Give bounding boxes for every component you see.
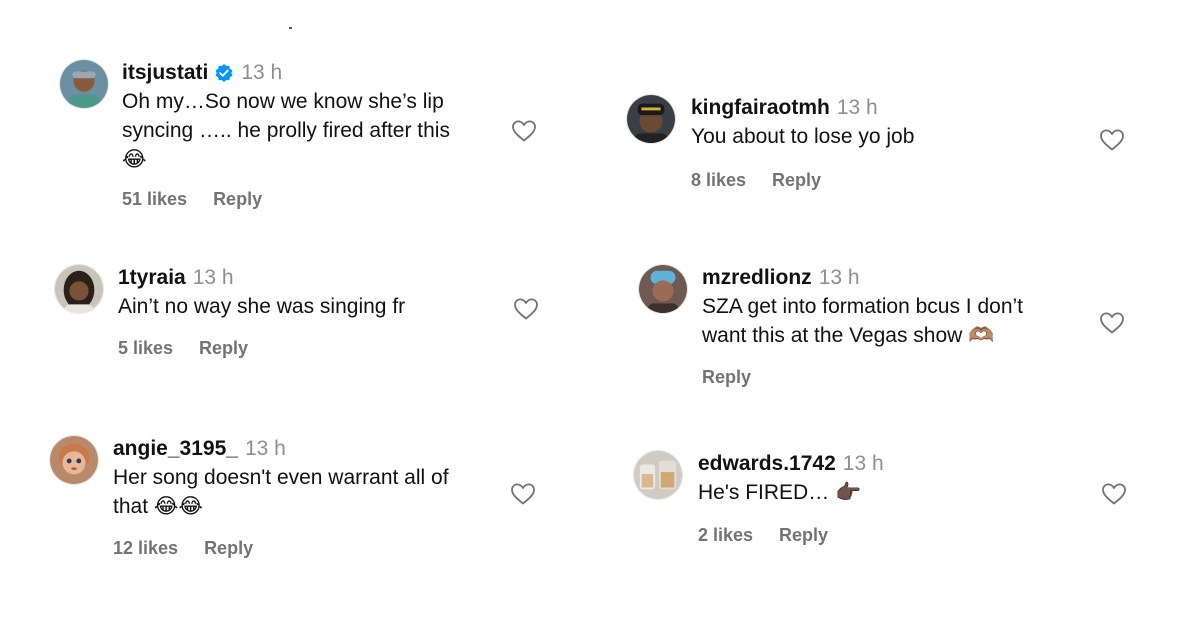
avatar[interactable] — [54, 264, 104, 314]
likes-count[interactable]: 12 likes — [113, 536, 178, 560]
heart-outline-icon[interactable] — [1101, 482, 1127, 506]
username[interactable]: itsjustati — [122, 59, 208, 87]
likes-count[interactable]: 2 likes — [698, 523, 753, 547]
timestamp: 13 h — [836, 96, 878, 119]
heart-outline-icon[interactable] — [1099, 311, 1125, 335]
timestamp: 13 h — [241, 61, 283, 84]
stray-dot — [289, 27, 292, 29]
verified-badge-icon — [214, 63, 234, 83]
likes-count[interactable]: 8 likes — [691, 168, 746, 192]
heart-outline-icon[interactable] — [513, 297, 539, 321]
timestamp: 13 h — [818, 266, 860, 289]
comment-text: Her song doesn't even warrant all of tha… — [113, 466, 449, 518]
heart-outline-icon[interactable] — [1099, 128, 1125, 152]
heart-outline-icon[interactable] — [510, 482, 536, 506]
avatar[interactable] — [626, 94, 676, 144]
reply-button[interactable]: Reply — [779, 523, 828, 547]
comment-text: Ain’t no way she was singing fr — [118, 295, 406, 318]
avatar[interactable] — [638, 264, 688, 314]
username[interactable]: kingfairaotmh — [691, 94, 830, 122]
reply-button[interactable]: Reply — [213, 187, 262, 211]
heart-outline-icon[interactable] — [511, 119, 537, 143]
timestamp: 13 h — [192, 266, 234, 289]
likes-count[interactable]: 5 likes — [118, 336, 173, 360]
avatar[interactable] — [59, 59, 109, 109]
reply-button[interactable]: Reply — [199, 336, 248, 360]
comment-text: SZA get into formation bcus I don’t want… — [702, 295, 1024, 347]
comment-text: Oh my…So now we know she’s lip syncing …… — [122, 90, 450, 171]
username[interactable]: 1tyraia — [118, 264, 186, 292]
reply-button[interactable]: Reply — [204, 536, 253, 560]
likes-count[interactable]: 51 likes — [122, 187, 187, 211]
avatar[interactable] — [49, 435, 99, 485]
comment-text: He's FIRED… 👉🏿 — [698, 481, 862, 504]
username[interactable]: edwards.1742 — [698, 450, 836, 478]
avatar[interactable] — [633, 450, 683, 500]
username[interactable]: mzredlionz — [702, 264, 812, 292]
username[interactable]: angie_3195_ — [113, 435, 238, 463]
reply-button[interactable]: Reply — [772, 168, 821, 192]
timestamp: 13 h — [244, 437, 286, 460]
timestamp: 13 h — [842, 452, 884, 475]
reply-button[interactable]: Reply — [702, 365, 751, 389]
comment-text: You about to lose yo job — [691, 125, 915, 148]
